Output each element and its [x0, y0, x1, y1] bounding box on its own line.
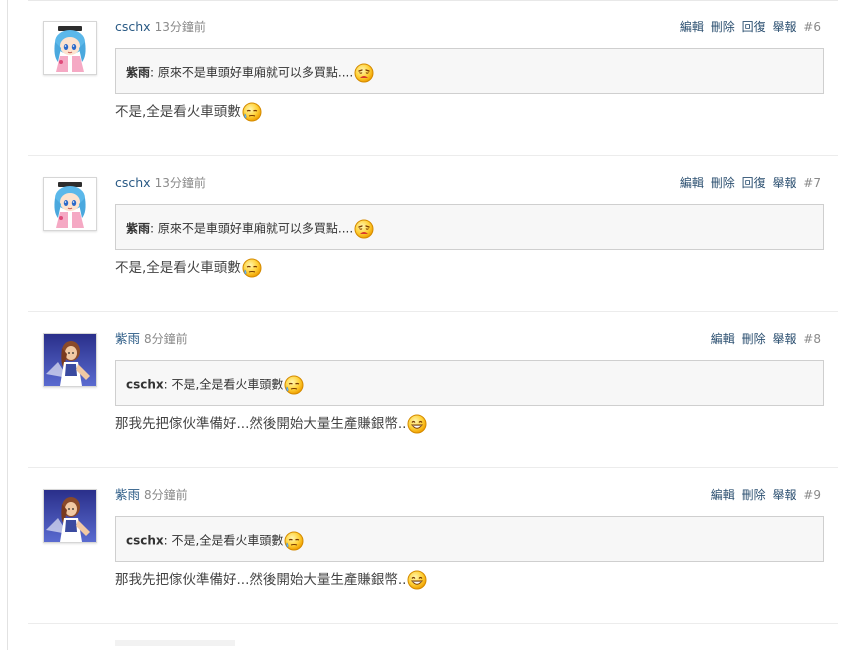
quote-separator: :: [163, 377, 168, 392]
sweat-face-emoticon: [284, 531, 304, 551]
quote-text: 原來不是車頭好車廂就可以多買點....: [157, 221, 354, 236]
post-meta: cschx 13分鐘前: [115, 19, 206, 35]
post-number: #6: [803, 20, 821, 34]
comment-post: cschx 13分鐘前 編輯 刪除 回復 舉報 #6 紫雨: 原來不是車頭好車廂就…: [28, 1, 838, 156]
post-meta: 紫雨 8分鐘前: [115, 487, 188, 503]
report-link[interactable]: 舉報: [772, 20, 796, 34]
grinning-face-emoticon: [407, 570, 427, 590]
username-link[interactable]: 紫雨: [115, 487, 140, 502]
comment-text: 不是,全是看火車頭數: [115, 104, 241, 120]
next-post-partial: [115, 640, 235, 646]
post-actions: 編輯 刪除 舉報 #9: [711, 487, 821, 503]
post-number: #7: [803, 176, 821, 190]
edit-link[interactable]: 編輯: [711, 332, 735, 346]
post-actions: 編輯 刪除 回復 舉報 #7: [680, 175, 821, 191]
post-number: #8: [803, 332, 821, 346]
quote-box: cschx: 不是,全是看火車頭數: [115, 360, 824, 406]
sweat-face-emoticon: [242, 258, 262, 278]
sweat-face-emoticon: [284, 375, 304, 395]
quote-author[interactable]: 紫雨: [126, 66, 150, 80]
grinning-face-emoticon: [407, 414, 427, 434]
user-avatar[interactable]: [43, 177, 97, 231]
quote-separator: :: [150, 221, 155, 236]
comment-post: 紫雨 8分鐘前 編輯 刪除 舉報 #9 cschx: 不是,全是看火車頭數 那我先…: [28, 469, 838, 624]
post-time: 8分鐘前: [144, 488, 188, 502]
delete-link[interactable]: 刪除: [742, 488, 766, 502]
crying-face-emoticon: [354, 63, 374, 83]
user-avatar[interactable]: [43, 489, 97, 543]
quote-author[interactable]: cschx: [126, 378, 164, 392]
edit-link[interactable]: 編輯: [680, 176, 704, 190]
quote-box: 紫雨: 原來不是車頭好車廂就可以多買點....: [115, 204, 824, 250]
left-border: [7, 0, 8, 650]
post-time: 13分鐘前: [154, 176, 206, 190]
delete-link[interactable]: 刪除: [711, 20, 735, 34]
delete-link[interactable]: 刪除: [742, 332, 766, 346]
report-link[interactable]: 舉報: [772, 332, 796, 346]
post-number: #9: [803, 488, 821, 502]
comment-body: 那我先把傢伙準備好...然後開始大量生產賺銀幣..: [115, 413, 427, 435]
post-meta: 紫雨 8分鐘前: [115, 331, 188, 347]
edit-link[interactable]: 編輯: [680, 20, 704, 34]
post-time: 8分鐘前: [144, 332, 188, 346]
quote-separator: :: [163, 533, 168, 548]
edit-link[interactable]: 編輯: [711, 488, 735, 502]
reply-link[interactable]: 回復: [742, 176, 766, 190]
comment-post: 紫雨 8分鐘前 編輯 刪除 舉報 #8 cschx: 不是,全是看火車頭數 那我先…: [28, 313, 838, 468]
reply-link[interactable]: 回復: [742, 20, 766, 34]
post-meta: cschx 13分鐘前: [115, 175, 206, 191]
quote-box: cschx: 不是,全是看火車頭數: [115, 516, 824, 562]
sweat-face-emoticon: [242, 102, 262, 122]
quote-text: 不是,全是看火車頭數: [171, 377, 284, 392]
quote-box: 紫雨: 原來不是車頭好車廂就可以多買點....: [115, 48, 824, 94]
user-avatar[interactable]: [43, 21, 97, 75]
comment-post: cschx 13分鐘前 編輯 刪除 回復 舉報 #7 紫雨: 原來不是車頭好車廂就…: [28, 157, 838, 312]
post-actions: 編輯 刪除 舉報 #8: [711, 331, 821, 347]
quote-text: 不是,全是看火車頭數: [171, 533, 284, 548]
delete-link[interactable]: 刪除: [711, 176, 735, 190]
report-link[interactable]: 舉報: [772, 176, 796, 190]
comment-body: 不是,全是看火車頭數: [115, 257, 262, 279]
report-link[interactable]: 舉報: [772, 488, 796, 502]
quote-author[interactable]: 紫雨: [126, 222, 150, 236]
post-time: 13分鐘前: [154, 20, 206, 34]
username-link[interactable]: 紫雨: [115, 331, 140, 346]
username-link[interactable]: cschx: [115, 175, 151, 190]
crying-face-emoticon: [354, 219, 374, 239]
quote-separator: :: [150, 65, 155, 80]
comment-body: 那我先把傢伙準備好...然後開始大量生產賺銀幣..: [115, 569, 427, 591]
quote-text: 原來不是車頭好車廂就可以多買點....: [157, 65, 354, 80]
comment-text: 那我先把傢伙準備好...然後開始大量生產賺銀幣..: [115, 572, 407, 588]
quote-author[interactable]: cschx: [126, 534, 164, 548]
comment-text: 不是,全是看火車頭數: [115, 260, 241, 276]
username-link[interactable]: cschx: [115, 19, 151, 34]
user-avatar[interactable]: [43, 333, 97, 387]
comment-body: 不是,全是看火車頭數: [115, 101, 262, 123]
comment-text: 那我先把傢伙準備好...然後開始大量生產賺銀幣..: [115, 416, 407, 432]
post-actions: 編輯 刪除 回復 舉報 #6: [680, 19, 821, 35]
